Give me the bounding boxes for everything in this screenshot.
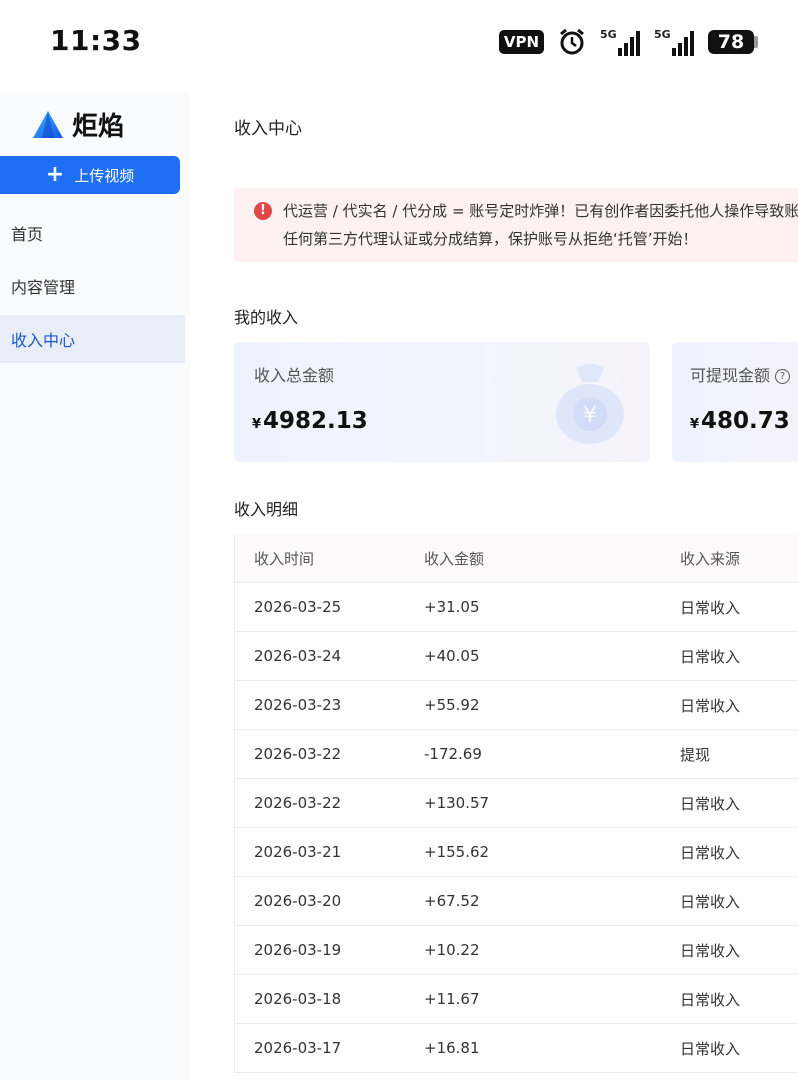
total-income-label: 收入总金额 — [254, 366, 335, 385]
cell-income-source: 日常收入 — [680, 892, 741, 911]
table-row: 2026-03-20 +67.52 日常收入 — [235, 877, 798, 926]
cell-income-time: 2026-03-23 — [254, 696, 342, 714]
signal-5g-data-label: 5G — [654, 28, 671, 41]
app-logo[interactable]: 炬焰 — [32, 106, 124, 143]
cell-income-time: 2026-03-25 — [254, 598, 342, 616]
table-row: 2026-03-22 -172.69 提现 — [235, 730, 798, 779]
cell-income-amount: -172.69 — [424, 745, 482, 763]
cell-income-amount: +67.52 — [424, 892, 480, 910]
help-icon[interactable]: ? — [775, 369, 791, 384]
table-row: 2026-03-19 +10.22 日常收入 — [235, 926, 798, 975]
my-income-title: 我的收入 — [234, 308, 299, 327]
cell-income-time: 2026-03-18 — [254, 990, 342, 1008]
battery-icon: 78 — [708, 30, 758, 54]
income-detail-title: 收入明细 — [234, 500, 299, 519]
upload-video-label: 上传视频 — [74, 166, 135, 185]
cell-income-source: 日常收入 — [680, 990, 741, 1009]
table-row: 2026-03-21 +155.62 日常收入 — [235, 828, 798, 877]
sidebar-item-label: 首页 — [11, 225, 44, 244]
income-detail-table: 收入时间 收入金额 收入来源 2026-03-25 +31.05 日常收入 2026-… — [234, 534, 798, 1073]
status-icons: VPN 5G 5G 78 — [498, 28, 758, 56]
cell-income-source: 日常收入 — [680, 843, 741, 862]
cell-income-time: 2026-03-20 — [254, 892, 342, 910]
cell-income-amount: +31.05 — [424, 598, 480, 616]
alert-text-line1: 代运营 / 代实名 / 代分成 = 账号定时炸弹！已有创作者因委托他人操作导致账 — [283, 202, 798, 220]
header-income-source: 收入来源 — [680, 549, 741, 568]
plus-icon: + — [45, 162, 65, 187]
alarm-clock-icon — [560, 28, 584, 55]
cell-income-source: 日常收入 — [680, 794, 741, 813]
cell-income-amount: +155.62 — [424, 843, 490, 861]
table-row: 2026-03-24 +40.05 日常收入 — [235, 632, 798, 681]
table-row: 2026-03-23 +55.92 日常收入 — [235, 681, 798, 730]
sidebar-item-label: 收入中心 — [11, 331, 76, 350]
cell-income-source: 日常收入 — [680, 1039, 741, 1058]
signal-5g-label: 5G — [600, 28, 617, 41]
table-row: 2026-03-25 +31.05 日常收入 — [235, 583, 798, 632]
total-income-amount: ¥4982.13 — [252, 408, 368, 434]
available-withdraw-label: 可提现金额 — [690, 366, 771, 385]
cell-income-source: 日常收入 — [680, 696, 741, 715]
table-row: 2026-03-22 +130.57 日常收入 — [235, 779, 798, 828]
cell-income-time: 2026-03-17 — [254, 1039, 342, 1057]
cell-income-source: 提现 — [680, 745, 711, 764]
status-bar: 11:33 VPN 5G 5G 78 — [0, 0, 798, 86]
available-withdraw-card: 可提现金额? ¥480.73 — [672, 342, 798, 462]
header-income-time: 收入时间 — [254, 549, 315, 568]
sidebar-item-content-management[interactable]: 内容管理 — [0, 262, 185, 310]
table-row: 2026-03-17 +16.81 日常收入 — [235, 1024, 798, 1072]
cell-income-amount: +40.05 — [424, 647, 480, 665]
cell-income-time: 2026-03-22 — [254, 794, 342, 812]
cell-income-amount: +55.92 — [424, 696, 480, 714]
exclamation-icon: ! — [254, 202, 272, 220]
table-row: 2026-03-18 +11.67 日常收入 — [235, 975, 798, 1024]
money-bag-icon: ¥ — [556, 364, 624, 444]
cell-income-source: 日常收入 — [680, 598, 741, 617]
flame-logo-icon — [33, 110, 63, 138]
sidebar: 炬焰 + 上传视频 首页 内容管理 收入中心 — [0, 92, 190, 1080]
cell-income-source: 日常收入 — [680, 941, 741, 960]
available-withdraw-amount: ¥480.73 — [690, 408, 790, 434]
svg-text:¥: ¥ — [583, 403, 597, 428]
battery-level: 78 — [708, 30, 754, 54]
vpn-icon: VPN — [498, 30, 544, 54]
table-header: 收入时间 收入金额 收入来源 — [235, 534, 798, 583]
total-income-value: 4982.13 — [263, 408, 368, 434]
signal-5g-icon: 5G — [600, 28, 640, 56]
currency-symbol: ¥ — [252, 417, 262, 432]
cell-income-time: 2026-03-22 — [254, 745, 342, 763]
warning-alert: ! 代运营 / 代实名 / 代分成 = 账号定时炸弹！已有创作者因委托他人操作导… — [234, 188, 798, 262]
page-title: 收入中心 — [234, 119, 302, 139]
cell-income-time: 2026-03-19 — [254, 941, 342, 959]
available-withdraw-value: 480.73 — [701, 408, 790, 434]
cell-income-source: 日常收入 — [680, 647, 741, 666]
table-body: 2026-03-25 +31.05 日常收入 2026-03-24 +40.05 日常收入… — [235, 583, 798, 1072]
total-income-card: 收入总金额 ¥4982.13 ¥ — [234, 342, 650, 462]
sidebar-item-home[interactable]: 首页 — [0, 209, 185, 257]
logo-text: 炬焰 — [72, 112, 125, 142]
alert-text-line2: 任何第三方代理认证或分成结算，保护账号从拒绝‘托管’开始！ — [283, 230, 698, 248]
sidebar-item-label: 内容管理 — [11, 278, 76, 297]
cell-income-amount: +130.57 — [424, 794, 490, 812]
available-withdraw-label-wrap: 可提现金额? — [690, 362, 791, 386]
currency-symbol: ¥ — [690, 417, 700, 432]
signal-5g-data-icon: 5G — [654, 28, 694, 56]
cell-income-amount: +11.67 — [424, 990, 480, 1008]
upload-video-button[interactable]: + 上传视频 — [0, 156, 180, 194]
sidebar-item-income-center[interactable]: 收入中心 — [0, 315, 185, 363]
cell-income-amount: +10.22 — [424, 941, 480, 959]
header-income-amount: 收入金额 — [424, 549, 485, 568]
cell-income-time: 2026-03-21 — [254, 843, 342, 861]
cell-income-time: 2026-03-24 — [254, 647, 342, 665]
cell-income-amount: +16.81 — [424, 1039, 480, 1057]
status-time: 11:33 — [50, 24, 142, 57]
